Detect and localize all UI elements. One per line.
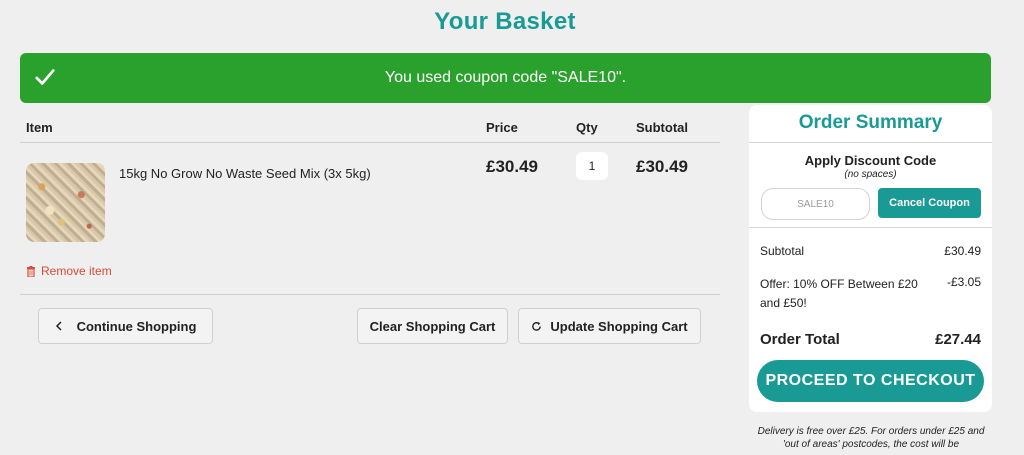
continue-shopping-label: Continue Shopping bbox=[76, 318, 197, 334]
subtotal-label: Subtotal bbox=[760, 244, 805, 258]
offer-label: Offer: 10% OFF Between £20 and £50! bbox=[760, 277, 918, 310]
product-image[interactable] bbox=[26, 163, 105, 242]
remove-item-link[interactable]: Remove item bbox=[26, 264, 112, 278]
cart-table-header: Item Price Qty Subtotal bbox=[20, 112, 720, 143]
discount-note: (no spaces) bbox=[844, 169, 897, 180]
header-price: Price bbox=[486, 120, 518, 135]
page-title: Your Basket bbox=[434, 8, 576, 35]
cancel-coupon-button[interactable]: Cancel Coupon bbox=[878, 188, 981, 218]
order-summary-title: Order Summary bbox=[798, 112, 943, 133]
update-cart-button[interactable]: Update Shopping Cart bbox=[518, 308, 701, 344]
refresh-icon bbox=[532, 321, 542, 331]
clear-cart-button[interactable]: Clear Shopping Cart bbox=[357, 308, 508, 344]
delivery-note: Delivery is free over £25. For orders un… bbox=[757, 426, 985, 450]
chevron-left-icon bbox=[55, 321, 62, 331]
cart-row: 15kg No Grow No Waste Seed Mix (3x 5kg) … bbox=[20, 142, 720, 295]
product-subtotal: £30.49 bbox=[636, 157, 688, 176]
header-item: Item bbox=[26, 120, 53, 135]
remove-item-label: Remove item bbox=[41, 264, 112, 278]
coupon-success-alert: You used coupon code "SALE10". bbox=[20, 53, 991, 103]
quantity-input[interactable]: 1 bbox=[576, 152, 608, 180]
trash-icon bbox=[27, 265, 35, 277]
header-qty: Qty bbox=[576, 120, 598, 135]
subtotal-line: Subtotal £30.49 bbox=[760, 244, 981, 258]
subtotal-value: £30.49 bbox=[944, 244, 981, 258]
offer-value: -£3.05 bbox=[946, 275, 981, 289]
clear-cart-label: Clear Shopping Cart bbox=[369, 318, 496, 334]
offer-line: Offer: 10% OFF Between £20 and £50! -£3.… bbox=[760, 275, 981, 313]
alert-message: You used coupon code "SALE10". bbox=[384, 69, 627, 86]
proceed-to-checkout-button[interactable]: PROCEED TO CHECKOUT bbox=[757, 360, 984, 402]
coupon-code-input[interactable]: SALE10 bbox=[761, 188, 870, 220]
product-price: £30.49 bbox=[486, 157, 538, 176]
order-total-line: Order Total £27.44 bbox=[760, 331, 981, 348]
update-cart-label: Update Shopping Cart bbox=[550, 318, 688, 334]
divider bbox=[749, 227, 992, 228]
order-total-value: £27.44 bbox=[935, 331, 981, 348]
discount-title: Apply Discount Code bbox=[804, 153, 937, 168]
order-summary-panel: Order Summary Apply Discount Code (no sp… bbox=[749, 105, 992, 412]
continue-shopping-button[interactable]: Continue Shopping bbox=[38, 308, 213, 344]
divider bbox=[749, 142, 992, 143]
order-total-label: Order Total bbox=[760, 331, 840, 348]
check-icon bbox=[35, 69, 55, 85]
header-subtotal: Subtotal bbox=[636, 120, 688, 135]
product-name[interactable]: 15kg No Grow No Waste Seed Mix (3x 5kg) bbox=[119, 166, 371, 181]
